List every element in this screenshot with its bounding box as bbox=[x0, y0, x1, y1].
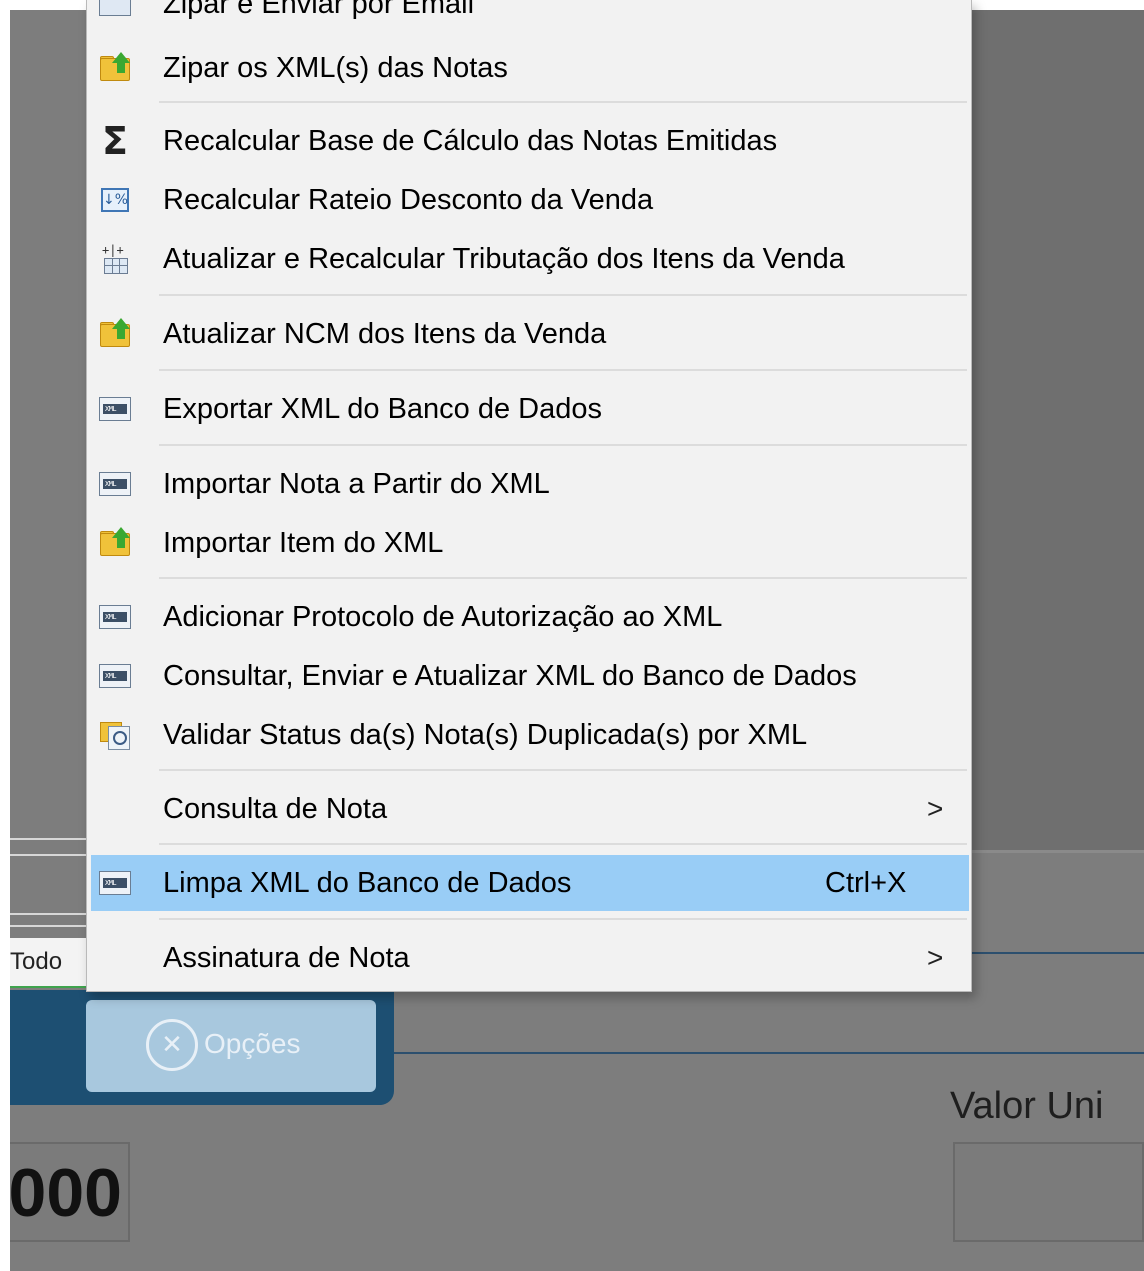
sigma-icon: Σ bbox=[102, 119, 128, 163]
menu-item-recalcular-base[interactable]: Σ Recalcular Base de Cálculo das Notas E… bbox=[91, 113, 969, 169]
menu-separator bbox=[159, 369, 967, 371]
menu-item-validar-status[interactable]: Validar Status da(s) Nota(s) Duplicada(s… bbox=[91, 707, 969, 763]
grid-divider bbox=[10, 838, 90, 856]
xml-icon: XML bbox=[99, 867, 131, 899]
menu-item-label: Adicionar Protocolo de Autorização ao XM… bbox=[163, 601, 723, 633]
divider bbox=[972, 850, 1144, 853]
menu-item-limpa-xml[interactable]: XML Limpa XML do Banco de Dados Ctrl+X bbox=[91, 855, 969, 911]
menu-item-atualizar-ncm[interactable]: Atualizar NCM dos Itens da Venda bbox=[91, 306, 969, 362]
divider bbox=[972, 952, 1144, 954]
folder-up-icon bbox=[99, 52, 131, 84]
tab-todos[interactable]: Todo bbox=[10, 938, 88, 988]
menu-item-zipar-enviar-email[interactable]: Zipar e Enviar por Email bbox=[91, 0, 969, 32]
menu-item-adicionar-protocolo[interactable]: XML Adicionar Protocolo de Autorização a… bbox=[91, 589, 969, 645]
folder-up-icon bbox=[99, 527, 131, 559]
menu-item-label: Recalcular Base de Cálculo das Notas Emi… bbox=[163, 125, 778, 157]
menu-item-importar-nota[interactable]: XML Importar Nota a Partir do XML bbox=[91, 456, 969, 512]
tax-grid-icon: +|+ bbox=[99, 243, 131, 275]
options-button[interactable]: ✕ Opções bbox=[86, 1000, 376, 1092]
percent-icon: ↓% bbox=[99, 184, 131, 216]
menu-item-label: Assinatura de Nota bbox=[163, 942, 410, 974]
menu-item-label: Atualizar e Recalcular Tributação dos It… bbox=[163, 243, 845, 275]
menu-separator bbox=[159, 843, 967, 845]
menu-item-label: Exportar XML do Banco de Dados bbox=[163, 393, 603, 425]
menu-item-label: Consultar, Enviar e Atualizar XML do Ban… bbox=[163, 660, 857, 692]
grid-divider bbox=[10, 913, 90, 927]
validate-search-icon bbox=[99, 719, 131, 751]
folder-up-icon bbox=[99, 318, 131, 350]
context-menu: Zipar e Enviar por Email Zipar os XML(s)… bbox=[86, 0, 972, 992]
menu-separator bbox=[159, 577, 967, 579]
menu-item-zipar-xml[interactable]: Zipar os XML(s) das Notas bbox=[91, 40, 969, 96]
tools-icon: ✕ bbox=[146, 1019, 198, 1071]
menu-item-label: Recalcular Rateio Desconto da Venda bbox=[163, 184, 654, 216]
menu-item-recalcular-rateio[interactable]: ↓% Recalcular Rateio Desconto da Venda bbox=[91, 172, 969, 228]
menu-separator bbox=[159, 294, 967, 296]
xml-icon: XML bbox=[99, 660, 131, 692]
background-panel bbox=[972, 10, 1144, 850]
menu-item-label: Zipar e Enviar por Email bbox=[163, 0, 475, 20]
xml-icon: XML bbox=[99, 601, 131, 633]
menu-separator bbox=[159, 444, 967, 446]
xml-icon: XML bbox=[99, 393, 131, 425]
menu-item-label: Consulta de Nota bbox=[163, 793, 388, 825]
divider bbox=[392, 1052, 1144, 1054]
options-label: Opções bbox=[204, 1028, 301, 1059]
zip-email-icon bbox=[99, 0, 131, 20]
menu-item-label: Limpa XML do Banco de Dados bbox=[163, 867, 572, 899]
valor-unitario-field[interactable] bbox=[953, 1142, 1144, 1242]
menu-separator bbox=[159, 101, 967, 103]
menu-item-label: Zipar os XML(s) das Notas bbox=[163, 52, 508, 84]
valor-unitario-label: Valor Uni bbox=[950, 1085, 1104, 1127]
menu-item-label: Atualizar NCM dos Itens da Venda bbox=[163, 318, 607, 350]
menu-item-label: Importar Nota a Partir do XML bbox=[163, 468, 550, 500]
chevron-right-icon: > bbox=[927, 793, 944, 824]
menu-separator bbox=[159, 918, 967, 920]
total-value: 000 bbox=[8, 1155, 122, 1231]
chevron-right-icon: > bbox=[927, 942, 944, 973]
menu-item-importar-item[interactable]: Importar Item do XML bbox=[91, 515, 969, 571]
menu-item-atualizar-tributacao[interactable]: +|+ Atualizar e Recalcular Tributação do… bbox=[91, 231, 969, 287]
menu-item-exportar-xml[interactable]: XML Exportar XML do Banco de Dados bbox=[91, 381, 969, 437]
tab-label: Todo bbox=[10, 948, 63, 975]
menu-item-assinatura-nota[interactable]: Assinatura de Nota > bbox=[91, 930, 969, 986]
menu-item-consulta-nota[interactable]: Consulta de Nota > bbox=[91, 781, 969, 837]
menu-item-consultar-enviar-xml[interactable]: XML Consultar, Enviar e Atualizar XML do… bbox=[91, 648, 969, 704]
xml-icon: XML bbox=[99, 468, 131, 500]
menu-item-shortcut: Ctrl+X bbox=[825, 867, 907, 899]
menu-item-label: Importar Item do XML bbox=[163, 527, 444, 559]
menu-separator bbox=[159, 769, 967, 771]
menu-item-label: Validar Status da(s) Nota(s) Duplicada(s… bbox=[163, 719, 808, 751]
